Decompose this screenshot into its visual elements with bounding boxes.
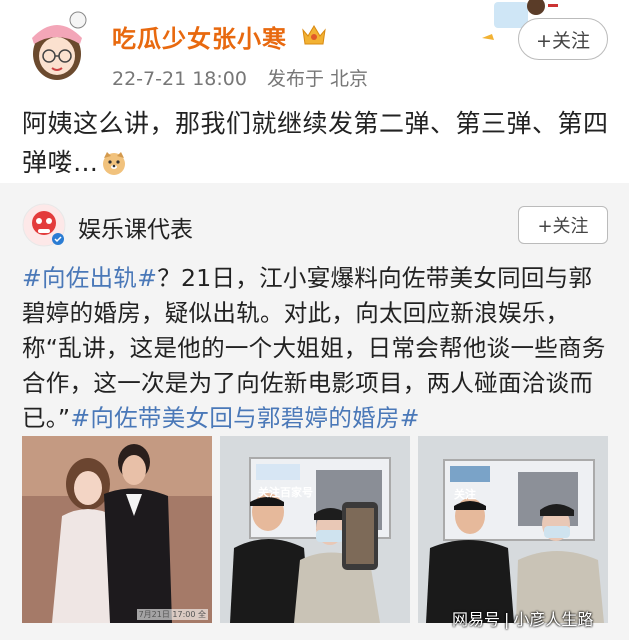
follow-button[interactable]: +关注 <box>518 18 608 60</box>
hashtag-link[interactable]: #向佐出轨# <box>22 264 157 292</box>
post-date: 22-7-21 18:00 <box>112 68 247 90</box>
repost-image[interactable]: 关注 <box>418 436 608 623</box>
post-meta: 22-7-21 18:00 发布于 北京 <box>112 64 368 91</box>
screen-sign: 关注 <box>454 488 476 501</box>
watermark-source: 网易号 <box>452 610 501 629</box>
doge-emoji-icon <box>101 148 127 175</box>
repost-card[interactable]: 娱乐课代表 +关注 #向佐出轨#？21日，江小宴爆料向佐带美女同回与郭碧婷的婚房… <box>0 183 629 640</box>
repost-author-avatar[interactable] <box>22 203 66 247</box>
vip-crown-icon <box>300 22 328 48</box>
author-name[interactable]: 吃瓜少女张小寒 <box>112 19 287 54</box>
repost-follow-button[interactable]: +关注 <box>518 206 608 244</box>
source-watermark: 网易号 | 小彦人生路 <box>452 610 594 629</box>
repost-image[interactable]: 7月21日 17:00 全 <box>22 436 212 623</box>
repost-author-name[interactable]: 娱乐课代表 <box>78 210 193 244</box>
screen-sign: 关注百家号 <box>258 486 313 499</box>
photo-timestamp: 7月21日 17:00 全 <box>136 609 208 620</box>
post-location: 发布于 北京 <box>267 68 369 90</box>
author-avatar[interactable] <box>22 8 92 84</box>
post-body: 阿姨这么讲，那我们就继续发第二弹、第三弹、第四弹喽… <box>22 104 612 182</box>
hashtag-link[interactable]: #向佐带美女回与郭碧婷的婚房# <box>70 404 419 432</box>
repost-body: #向佐出轨#？21日，江小宴爆料向佐带美女同回与郭碧婷的婚房，疑似出轨。对此，向… <box>22 261 612 436</box>
watermark-author: 小彦人生路 <box>513 610 594 629</box>
repost-image[interactable]: 关注百家号 <box>220 436 410 623</box>
